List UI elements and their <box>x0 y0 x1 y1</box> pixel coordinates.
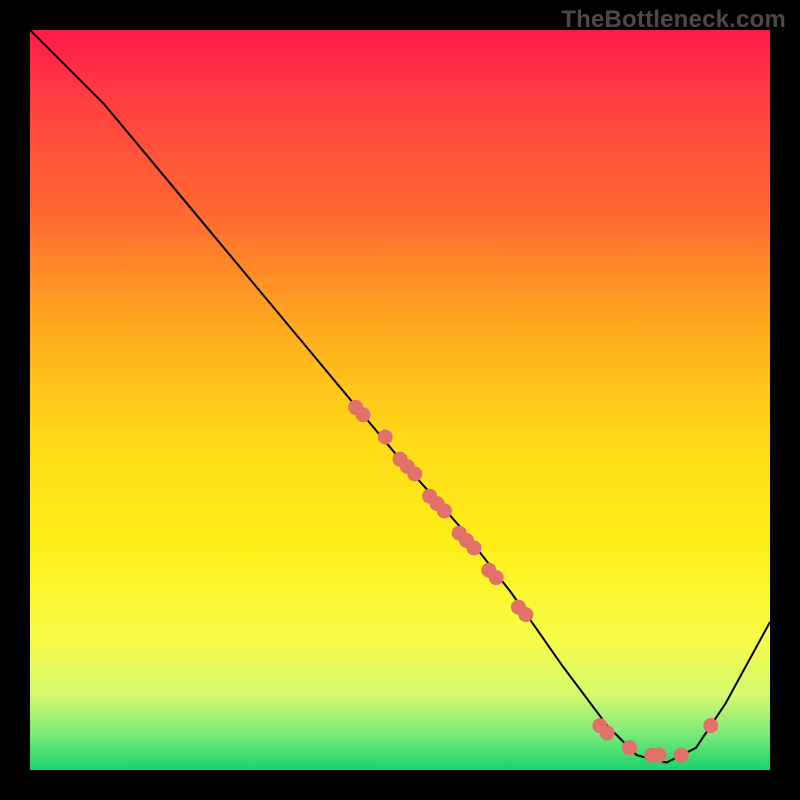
plot-area <box>30 30 770 770</box>
watermark-text: TheBottleneck.com <box>561 6 786 34</box>
data-marker <box>356 408 370 422</box>
bottleneck-curve <box>30 30 770 763</box>
data-marker <box>622 741 636 755</box>
data-marker <box>489 571 503 585</box>
markers-group <box>349 400 718 762</box>
data-marker <box>652 748 666 762</box>
data-marker <box>519 608 533 622</box>
chart-frame: TheBottleneck.com <box>0 0 800 800</box>
chart-svg <box>30 30 770 770</box>
data-marker <box>378 430 392 444</box>
data-marker <box>408 467 422 481</box>
data-marker <box>600 726 614 740</box>
data-marker <box>704 719 718 733</box>
data-marker <box>467 541 481 555</box>
data-marker <box>674 748 688 762</box>
data-marker <box>437 504 451 518</box>
